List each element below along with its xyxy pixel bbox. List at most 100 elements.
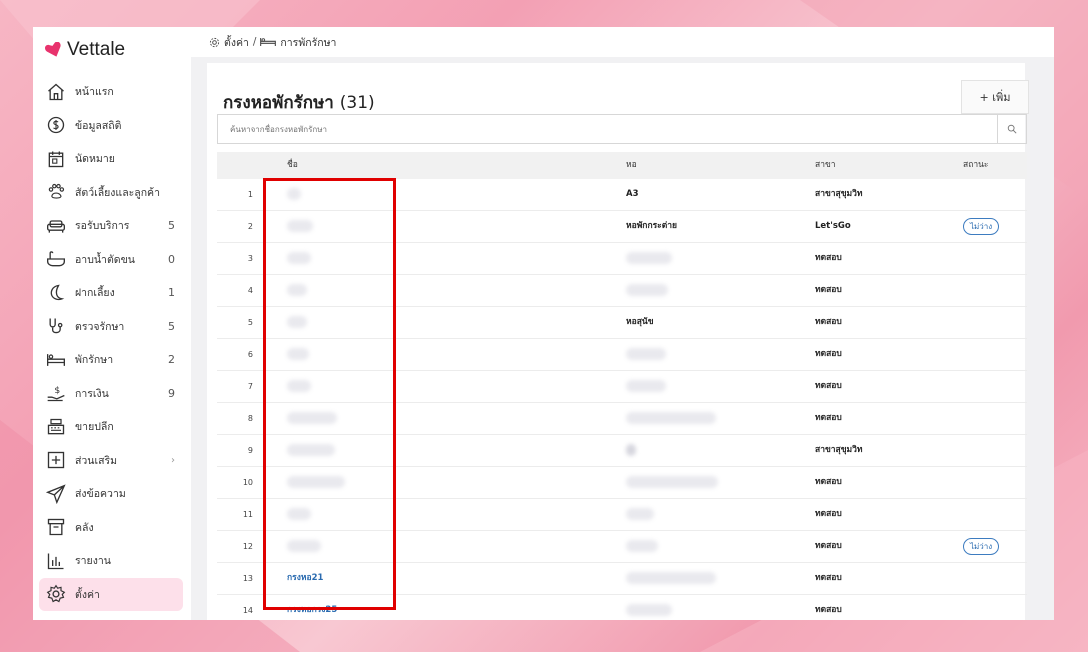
bar-chart-icon <box>45 550 67 572</box>
sidebar-item-count: 5 <box>168 219 175 233</box>
highlight-box <box>263 178 396 610</box>
branch-cell: ทดสอบ <box>815 381 842 391</box>
sidebar-item-12[interactable]: ส่งข้อความ <box>39 477 183 511</box>
row-number: 4 <box>247 286 253 295</box>
branch-cell: Let'sGo <box>815 221 851 231</box>
row-number: 7 <box>247 382 253 391</box>
row-number: 9 <box>247 446 253 455</box>
dorm-cell-redacted <box>626 275 668 306</box>
sidebar-item-6[interactable]: ฝากเลี้ยง 1 <box>39 276 183 310</box>
dorm-cell-redacted <box>626 467 718 498</box>
dorm-cell-redacted <box>626 563 716 594</box>
branch-cell: ทดสอบ <box>815 253 842 263</box>
branch-cell: ทดสอบ <box>815 413 842 423</box>
row-number: 8 <box>247 414 253 423</box>
sidebar-item-label: ตั้งค่า <box>75 588 100 601</box>
sidebar-item-13[interactable]: คลัง <box>39 511 183 545</box>
branch-cell: ทดสอบ <box>815 285 842 295</box>
column-header-dorm[interactable]: หอ <box>626 152 637 179</box>
column-header-status[interactable]: สถานะ <box>963 152 988 179</box>
dorm-cell-redacted <box>626 435 636 466</box>
sidebar-item-4[interactable]: รอรับบริการ 5 <box>39 209 183 243</box>
money-hand-icon: $ <box>45 382 67 404</box>
search-box <box>217 114 1027 144</box>
sidebar-item-label: คลัง <box>75 521 94 534</box>
bed-icon <box>45 349 67 371</box>
sidebar-item-11[interactable]: ส่วนเสริม › <box>39 444 183 478</box>
sidebar-item-3[interactable]: สัตว์เลี้ยงและลูกค้า <box>39 176 183 210</box>
dorm-cell-redacted <box>626 371 666 402</box>
chevron-right-icon: › <box>171 454 175 466</box>
home-icon <box>45 81 67 103</box>
column-header-name[interactable]: ชื่อ <box>287 152 298 179</box>
sidebar-item-count: 1 <box>168 286 175 300</box>
dollar-circle-icon <box>45 114 67 136</box>
sidebar-item-label: ฝากเลี้ยง <box>75 287 115 300</box>
column-header-branch[interactable]: สาขา <box>815 152 836 179</box>
sidebar-item-5[interactable]: อาบน้ำตัดขน 0 <box>39 243 183 277</box>
row-number: 1 <box>247 190 253 199</box>
breadcrumb: ตั้งค่า / การพักรักษา <box>191 27 1054 57</box>
row-number: 13 <box>242 574 253 583</box>
svg-text:$: $ <box>54 385 60 396</box>
row-number: 14 <box>242 606 253 615</box>
sidebar-item-0[interactable]: หน้าแรก <box>39 75 183 109</box>
status-cell: ไม่ว่าง <box>963 531 1000 563</box>
status-badge: ไม่ว่าง <box>963 218 1000 235</box>
dorm-cell-redacted <box>626 403 716 434</box>
search-button[interactable] <box>997 115 1026 143</box>
breadcrumb-current: การพักรักษา <box>280 36 337 49</box>
breadcrumb-settings[interactable]: ตั้งค่า <box>224 34 249 51</box>
page-title-text: กรงหอพักรักษา <box>223 93 334 113</box>
sidebar-item-count: 2 <box>168 353 175 367</box>
sidebar-item-count: 5 <box>168 319 175 333</box>
gear-icon <box>45 583 67 605</box>
sidebar-item-label: หน้าแรก <box>75 86 114 99</box>
calendar-icon <box>45 148 67 170</box>
breadcrumb-separator: / <box>252 36 257 48</box>
sidebar-item-15[interactable]: ตั้งค่า <box>39 577 183 611</box>
sidebar-item-label: ขายปลีก <box>75 421 114 434</box>
dorm-cell-redacted <box>626 595 672 620</box>
sidebar-item-label: รอรับบริการ <box>75 220 130 233</box>
sidebar-item-2[interactable]: นัดหมาย <box>39 142 183 176</box>
dorm-cell-redacted <box>626 499 654 530</box>
sidebar-item-label: ข้อมูลสถิติ <box>75 119 122 132</box>
sidebar-item-count: 0 <box>168 252 175 266</box>
add-button[interactable]: + เพิ่ม <box>961 80 1029 114</box>
page-title: กรงหอพักรักษา (31) <box>223 89 375 116</box>
sidebar-item-label: พักรักษา <box>75 354 114 367</box>
dorm-cell: หอสุนัข <box>626 317 654 327</box>
dorm-cell-redacted <box>626 339 666 370</box>
search-input[interactable] <box>228 115 1002 143</box>
dorm-cell: A3 <box>626 189 639 199</box>
archive-icon <box>45 516 67 538</box>
dorm-cell-redacted <box>626 243 672 274</box>
sidebar-item-7[interactable]: ตรวจรักษา 5 <box>39 310 183 344</box>
sidebar-item-label: ตรวจรักษา <box>75 320 125 333</box>
row-number: 6 <box>247 350 253 359</box>
sidebar-item-label: ส่งข้อความ <box>75 488 126 501</box>
sidebar-item-9[interactable]: $ การเงิน 9 <box>39 377 183 411</box>
sidebar-item-8[interactable]: พักรักษา 2 <box>39 343 183 377</box>
sidebar-item-10[interactable]: ขายปลีก <box>39 410 183 444</box>
bed-icon <box>260 38 277 46</box>
sidebar-item-label: การเงิน <box>75 387 109 400</box>
dorm-cell-redacted <box>626 531 658 562</box>
sidebar-item-14[interactable]: รายงาน <box>39 544 183 578</box>
cash-register-icon <box>45 416 67 438</box>
gear-icon <box>209 37 220 47</box>
table-header: ชื่อ หอ สาขา สถานะ <box>217 152 1027 179</box>
row-number: 2 <box>247 222 253 231</box>
row-number: 12 <box>242 542 253 551</box>
row-number: 5 <box>247 318 253 327</box>
branch-cell: ทดสอบ <box>815 605 842 615</box>
search-icon <box>1007 124 1017 134</box>
sidebar-item-1[interactable]: ข้อมูลสถิติ <box>39 109 183 143</box>
status-badge: ไม่ว่าง <box>963 538 1000 555</box>
sidebar: Vettale หน้าแรกข้อมูลสถิตินัดหมาย สัตว์เล… <box>33 27 191 620</box>
branch-cell: ทดสอบ <box>815 317 842 327</box>
stethoscope-icon <box>45 315 67 337</box>
sidebar-item-label: อาบน้ำตัดขน <box>75 253 135 266</box>
brand-logo[interactable]: Vettale <box>45 39 125 61</box>
